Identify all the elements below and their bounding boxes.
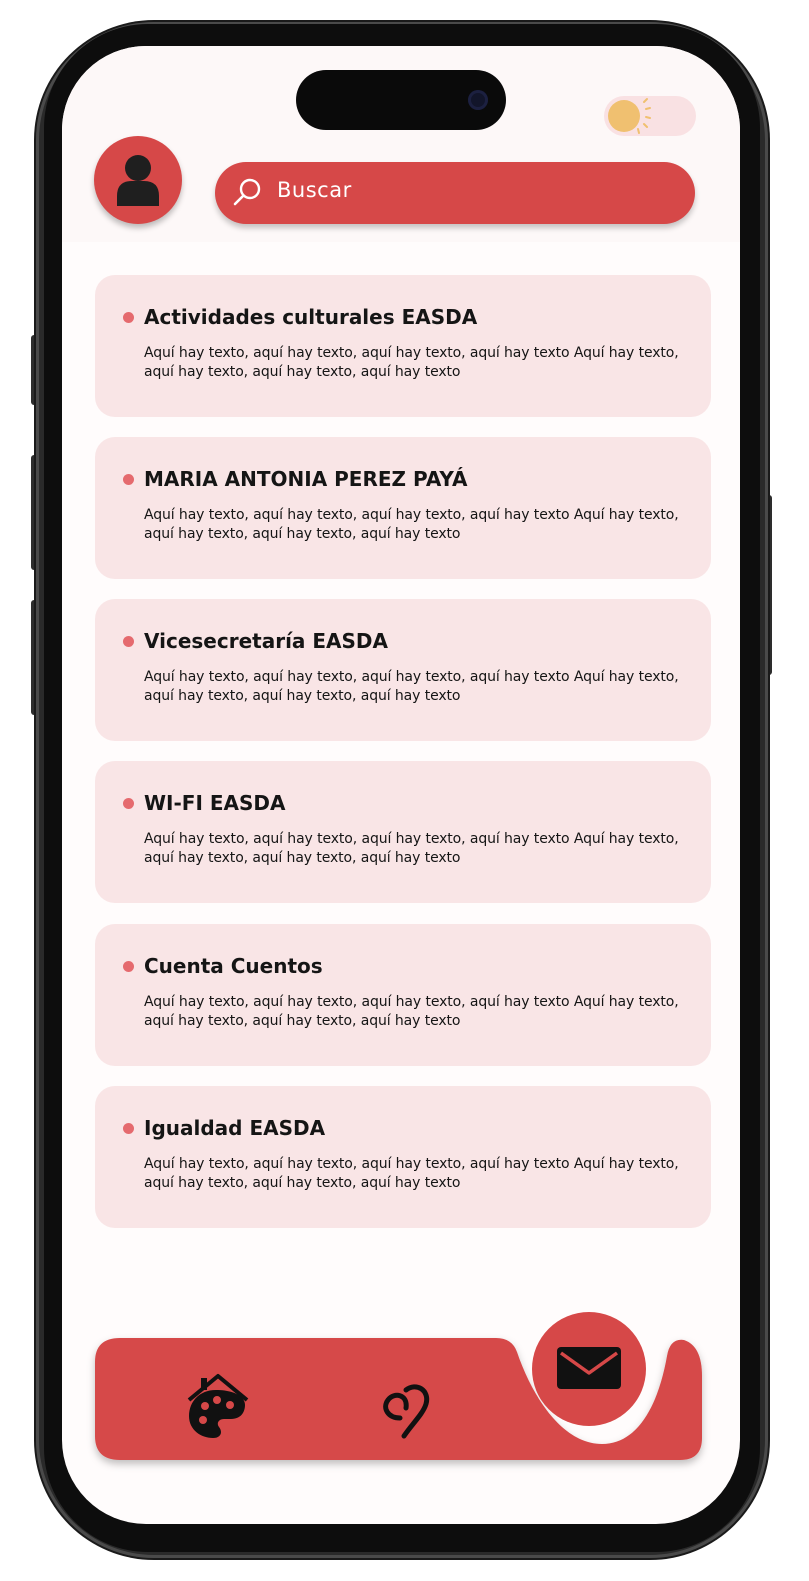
- list-item[interactable]: MARIA ANTONIA PEREZ PAYÁ Aquí hay texto,…: [95, 437, 711, 579]
- search-input[interactable]: Buscar: [277, 178, 352, 202]
- mail-icon: [557, 1347, 621, 1389]
- item-description: Aquí hay texto, aquí hay texto, aquí hay…: [144, 345, 679, 380]
- item-description: Aquí hay texto, aquí hay texto, aquí hay…: [144, 994, 679, 1029]
- item-title: Vicesecretaría EASDA: [144, 629, 389, 653]
- list-item[interactable]: Actividades culturales EASDA Aquí hay te…: [95, 275, 711, 417]
- item-title: Cuenta Cuentos: [144, 954, 323, 978]
- item-description: Aquí hay texto, aquí hay texto, aquí hay…: [144, 507, 679, 542]
- list-item[interactable]: Cuenta Cuentos Aquí hay texto, aquí hay …: [95, 924, 711, 1066]
- item-title: Actividades culturales EASDA: [144, 305, 478, 329]
- bullet-icon: [123, 636, 134, 647]
- search-icon: [233, 178, 261, 206]
- list-item[interactable]: Vicesecretaría EASDA Aquí hay texto, aqu…: [95, 599, 711, 741]
- bullet-icon: [123, 474, 134, 485]
- home-palette-icon[interactable]: [183, 1372, 253, 1442]
- bottom-nav: [62, 1312, 740, 1496]
- search-bar[interactable]: Buscar: [215, 162, 695, 224]
- bullet-icon: [123, 961, 134, 972]
- item-title: WI-FI EASDA: [144, 791, 286, 815]
- list-item[interactable]: Igualdad EASDA Aquí hay texto, aquí hay …: [95, 1086, 711, 1228]
- list-item[interactable]: WI-FI EASDA Aquí hay texto, aquí hay tex…: [95, 761, 711, 903]
- user-icon: [117, 155, 159, 206]
- item-description: Aquí hay texto, aquí hay texto, aquí hay…: [144, 831, 679, 866]
- avatar[interactable]: [94, 136, 182, 224]
- item-title: Igualdad EASDA: [144, 1116, 326, 1140]
- item-description: Aquí hay texto, aquí hay texto, aquí hay…: [144, 669, 679, 704]
- item-description: Aquí hay texto, aquí hay texto, aquí hay…: [144, 1156, 679, 1191]
- theme-toggle[interactable]: [604, 96, 696, 136]
- app-screen: Buscar Actividades culturales EASDA Aquí…: [62, 46, 740, 1524]
- sun-rays-icon: [637, 98, 651, 134]
- mail-button[interactable]: [532, 1312, 646, 1426]
- item-title: MARIA ANTONIA PEREZ PAYÁ: [144, 467, 468, 491]
- bullet-icon: [123, 312, 134, 323]
- heart-icon[interactable]: [368, 1378, 434, 1444]
- dynamic-island: [296, 70, 506, 130]
- bullet-icon: [123, 1123, 134, 1134]
- camera-icon: [468, 90, 488, 110]
- bullet-icon: [123, 798, 134, 809]
